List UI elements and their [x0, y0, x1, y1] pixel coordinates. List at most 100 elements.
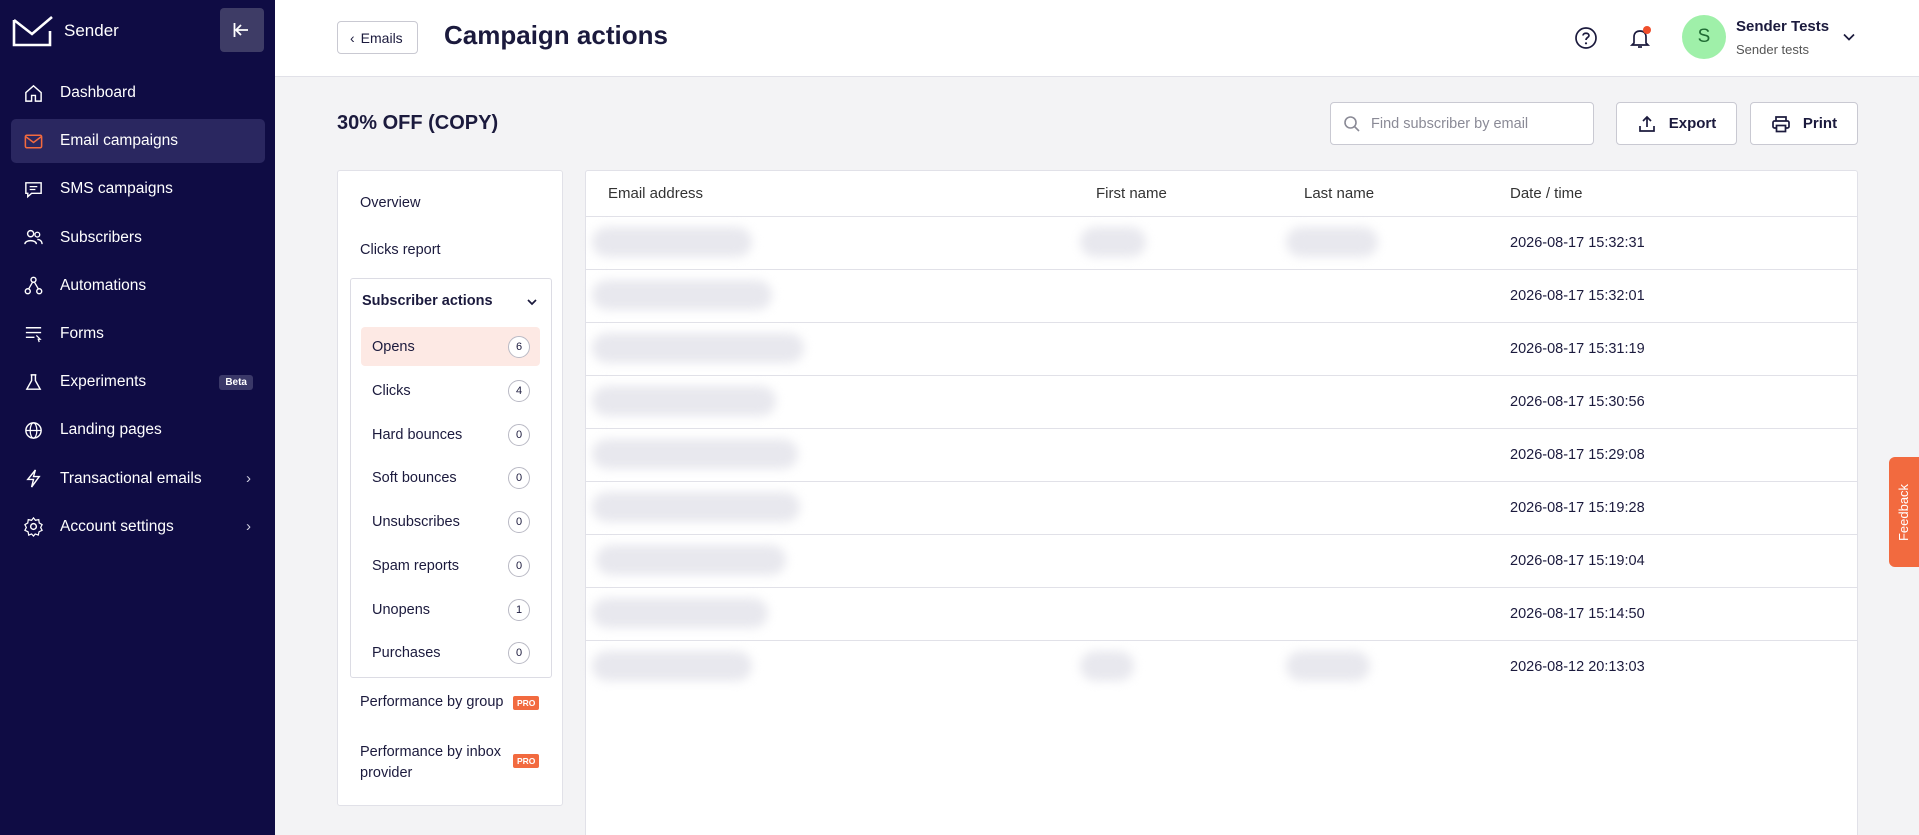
- print-label: Print: [1802, 115, 1838, 132]
- sidebar-item-forms[interactable]: Forms: [11, 312, 265, 356]
- table-row[interactable]: 2026-08-17 15:32:01: [586, 269, 1857, 322]
- redacted-email: [592, 492, 800, 522]
- table-row[interactable]: 2026-08-17 15:32:31: [586, 216, 1857, 269]
- export-label: Export: [1668, 115, 1717, 132]
- table-row[interactable]: 2026-08-17 15:19:28: [586, 481, 1857, 534]
- feedback-tab[interactable]: Feedback: [1889, 457, 1919, 567]
- brand-logo[interactable]: Sender: [12, 14, 119, 48]
- collapse-left-icon: [233, 23, 248, 37]
- avatar[interactable]: S: [1682, 15, 1726, 59]
- count-badge: 0: [508, 555, 530, 577]
- sidebar-item-label: Transactional emails: [60, 469, 202, 487]
- notification-dot: [1643, 26, 1651, 34]
- column-header-last-name[interactable]: Last name: [1304, 185, 1374, 202]
- action-clicks[interactable]: Clicks 4: [361, 371, 540, 410]
- action-soft-bounces[interactable]: Soft bounces 0: [361, 458, 540, 497]
- back-to-emails-button[interactable]: ‹ Emails: [337, 21, 418, 54]
- redacted-last-name: [1286, 227, 1378, 257]
- table-row[interactable]: 2026-08-17 15:31:19: [586, 322, 1857, 375]
- count-badge: 1: [508, 599, 530, 621]
- sidebar: Sender Dashboard Email campaigns SMS cam…: [0, 0, 275, 835]
- column-header-email[interactable]: Email address: [608, 185, 703, 202]
- export-button[interactable]: Export: [1616, 102, 1737, 145]
- envelope-logo-icon: [12, 16, 53, 47]
- automation-icon: [24, 276, 42, 295]
- action-label: Opens: [372, 338, 415, 355]
- row-datetime: 2026-08-17 15:19:28: [1510, 500, 1645, 516]
- count-badge: 4: [508, 380, 530, 402]
- report-nav-panel: Overview Clicks report Subscriber action…: [337, 170, 563, 806]
- sidebar-item-subscribers[interactable]: Subscribers: [11, 216, 265, 260]
- sidebar-item-automations[interactable]: Automations: [11, 264, 265, 308]
- brand-name: Sender: [64, 21, 119, 40]
- chevron-down-icon[interactable]: [525, 295, 539, 309]
- chevron-right-icon: ›: [246, 518, 251, 536]
- pro-badge: PRO: [513, 754, 540, 768]
- row-datetime: 2026-08-17 15:32:31: [1510, 235, 1645, 251]
- chevron-right-icon: ›: [246, 470, 251, 487]
- action-hard-bounces[interactable]: Hard bounces 0: [361, 415, 540, 454]
- row-datetime: 2026-08-12 20:13:03: [1510, 659, 1645, 675]
- report-nav-performance-by-inbox[interactable]: Performance by inbox provider: [360, 742, 510, 784]
- sidebar-item-label: Email campaigns: [60, 132, 179, 150]
- table-row[interactable]: 2026-08-17 15:30:56: [586, 375, 1857, 428]
- sidebar-item-email-campaigns[interactable]: Email campaigns: [11, 119, 265, 164]
- report-nav-overview[interactable]: Overview: [360, 195, 420, 211]
- count-badge: 0: [508, 467, 530, 489]
- search-input[interactable]: [1371, 115, 1581, 132]
- redacted-email: [596, 545, 786, 575]
- flask-icon: [25, 373, 41, 390]
- bolt-icon: [25, 469, 41, 488]
- collapse-sidebar-button[interactable]: [220, 8, 264, 52]
- sidebar-item-dashboard[interactable]: Dashboard: [11, 71, 265, 115]
- account-name: Sender tests: [1736, 42, 1809, 57]
- action-unsubscribes[interactable]: Unsubscribes 0: [361, 502, 540, 541]
- table-row[interactable]: 2026-08-12 20:13:03: [586, 640, 1857, 693]
- sidebar-item-label: Dashboard: [60, 84, 136, 101]
- upload-icon: [1638, 115, 1655, 132]
- sidebar-item-experiments[interactable]: Experiments Beta: [11, 360, 265, 404]
- table-row[interactable]: 2026-08-17 15:14:50: [586, 587, 1857, 640]
- sidebar-item-label: Subscribers: [60, 228, 142, 246]
- column-header-datetime[interactable]: Date / time: [1510, 185, 1583, 202]
- report-nav-performance-by-group[interactable]: Performance by group: [360, 694, 503, 710]
- gear-icon: [23, 517, 43, 538]
- redacted-email: [592, 439, 798, 469]
- action-label: Unsubscribes: [372, 513, 460, 530]
- sidebar-item-sms-campaigns[interactable]: SMS campaigns: [11, 167, 265, 211]
- print-button[interactable]: Print: [1750, 102, 1858, 145]
- report-nav-clicks-report[interactable]: Clicks report: [360, 242, 441, 258]
- redacted-email: [592, 386, 776, 416]
- notifications-button[interactable]: [1627, 25, 1653, 51]
- search-icon: [1344, 115, 1360, 132]
- sidebar-item-account-settings[interactable]: Account settings ›: [11, 505, 265, 549]
- help-icon[interactable]: [1573, 25, 1599, 51]
- sidebar-item-transactional-emails[interactable]: Transactional emails ›: [11, 457, 265, 501]
- sidebar-item-label: Experiments: [60, 373, 147, 391]
- users-icon: [23, 229, 43, 245]
- action-opens[interactable]: Opens 6: [361, 327, 540, 366]
- sidebar-item-label: Automations: [60, 276, 147, 294]
- action-label: Purchases: [372, 644, 441, 661]
- row-datetime: 2026-08-17 15:29:08: [1510, 447, 1645, 463]
- subscriber-actions-toggle[interactable]: Subscriber actions: [362, 293, 493, 309]
- table-row[interactable]: 2026-08-17 15:29:08: [586, 428, 1857, 481]
- redacted-first-name: [1080, 651, 1134, 681]
- sidebar-item-landing-pages[interactable]: Landing pages: [11, 408, 265, 452]
- column-header-first-name[interactable]: First name: [1096, 185, 1167, 202]
- chevron-left-icon: ‹: [350, 29, 355, 46]
- action-label: Hard bounces: [372, 426, 463, 443]
- feedback-label: Feedback: [1896, 483, 1912, 541]
- redacted-email: [592, 280, 772, 310]
- chevron-down-icon[interactable]: [1840, 28, 1858, 46]
- row-datetime: 2026-08-17 15:19:04: [1510, 553, 1645, 569]
- action-purchases[interactable]: Purchases 0: [361, 633, 540, 672]
- action-spam-reports[interactable]: Spam reports 0: [361, 546, 540, 585]
- subscriber-search[interactable]: [1330, 102, 1594, 145]
- table-row[interactable]: 2026-08-17 15:19:04: [586, 534, 1857, 587]
- user-name[interactable]: Sender Tests: [1736, 18, 1829, 35]
- count-badge: 6: [508, 336, 530, 358]
- page-title: Campaign actions: [444, 20, 668, 50]
- action-unopens[interactable]: Unopens 1: [361, 590, 540, 629]
- sidebar-nav: Dashboard Email campaigns SMS campaigns …: [0, 71, 275, 553]
